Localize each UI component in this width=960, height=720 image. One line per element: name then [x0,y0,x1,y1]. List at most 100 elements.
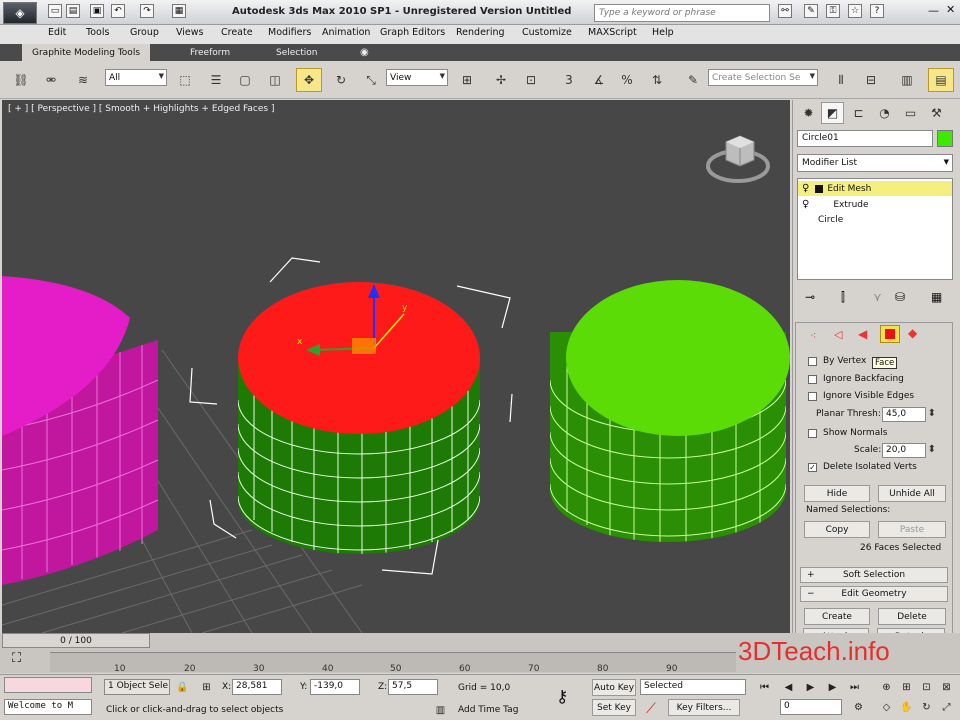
modifier-list-dropdown[interactable]: Modifier List [797,154,953,172]
previous-frame-icon[interactable]: ◀ [780,679,797,696]
ignore-backfacing-checkbox[interactable] [808,375,817,384]
communication-icon[interactable]: ✎ [804,4,818,18]
edit-geometry-rollout[interactable]: − Edit Geometry [800,586,948,602]
configure-sets-icon[interactable]: ▦ [931,290,942,304]
viewcube[interactable] [706,135,770,183]
project-folder-icon[interactable]: ▦ [172,4,186,18]
zoom-extents-icon[interactable]: ⊡ [918,679,935,696]
key-selection-dropdown[interactable]: Selected [640,679,746,695]
utilities-tab-icon[interactable]: ⚒ [925,102,948,124]
ignore-visible-edges-checkbox[interactable] [808,392,817,401]
z-coordinate-field[interactable]: 57,5 [388,679,438,695]
time-tag-icon[interactable]: ▥ [432,702,449,719]
absolute-mode-icon[interactable]: ⊞ [198,679,215,696]
menu-create[interactable]: Create [221,27,253,38]
undo-icon[interactable]: ↶ [111,4,125,18]
show-normals-checkbox[interactable] [808,429,817,438]
key-filters-button[interactable]: Key Filters... [668,699,740,716]
search-input[interactable]: Type a keyword or phrase [594,4,770,22]
pan-icon[interactable]: ✋ [898,699,915,716]
set-key-mode-icon[interactable]: ⚷ [556,687,568,707]
select-object-icon[interactable]: ⬚ [172,68,198,92]
create-tab-icon[interactable]: ✹ [797,102,820,124]
minimize-icon[interactable]: — [928,4,939,17]
bind-space-warp-icon[interactable]: ≋ [70,68,96,92]
maxscript-listener-top[interactable] [4,677,92,693]
object-name-field[interactable]: Circle01 [797,130,933,147]
by-vertex-checkbox[interactable] [808,357,817,366]
snaps-toggle-icon[interactable]: 3 [556,68,582,92]
keyboard-shortcut-icon[interactable]: ⊡ [518,68,544,92]
open-file-icon[interactable]: ▤ [66,4,80,18]
timeline-track[interactable]: 10 20 30 40 50 60 70 80 90 [50,652,736,674]
edge-icon[interactable]: ◁ [834,328,842,341]
stack-item-extrude[interactable]: ♀ Extrude [798,197,952,212]
select-move-icon[interactable]: ✥ [296,68,322,92]
expand-icon[interactable] [815,184,824,193]
planar-thresh-spinner[interactable]: 45,0 [882,407,936,422]
unlink-icon[interactable]: ⚮ [38,68,64,92]
green-cylinder-selected[interactable] [189,257,513,575]
soft-selection-rollout[interactable]: + Soft Selection [800,567,948,583]
field-of-view-icon[interactable]: ◇ [878,699,895,716]
tab-freeform[interactable]: Freeform [180,44,240,61]
maxscript-listener[interactable]: Welcome to M [4,699,92,715]
x-coordinate-field[interactable]: 28,581 [232,679,282,695]
perspective-viewport[interactable]: x y [ + ] [ Perspective ] [Smooth + Hig… [2,100,790,633]
key-tangent-icon[interactable]: ⟋ [646,701,656,717]
unhide-all-button[interactable]: Unhide All [878,485,946,502]
element-icon[interactable]: ◆ [908,326,917,340]
favorites-icon[interactable]: ☆ [848,4,862,18]
display-tab-icon[interactable]: ▭ [899,102,922,124]
menu-maxscript[interactable]: MAXScript [588,27,637,38]
selection-filter-dropdown[interactable]: All [105,69,167,86]
maximize-viewport-icon[interactable]: ⤢ [938,699,955,716]
viewport-label[interactable]: [ + ] [ Perspective ] [ Smooth + Highlig… [8,104,274,114]
save-icon[interactable]: ▣ [90,4,104,18]
mirror-icon[interactable]: ⫴ [828,68,854,92]
select-scale-icon[interactable]: ⤡ [358,68,384,92]
zoom-icon[interactable]: ⊕ [878,679,895,696]
orbit-icon[interactable]: ↻ [918,699,935,716]
named-selection-dropdown[interactable]: Create Selection Se [708,69,818,86]
vertex-icon[interactable]: ⁖ [810,329,816,342]
go-to-start-icon[interactable]: ⏮ [756,679,773,696]
tab-graphite-modeling-tools[interactable]: Graphite Modeling Tools [22,44,151,61]
stack-item-circle[interactable]: Circle [798,212,952,227]
y-coordinate-field[interactable]: -139,0 [310,679,360,695]
scale-spinner[interactable]: 20,0 [882,443,936,458]
green-cylinder[interactable] [550,280,790,544]
menu-group[interactable]: Group [130,27,159,38]
stack-item-edit-mesh[interactable]: ♀ Edit Mesh [798,181,952,196]
object-color-swatch[interactable] [937,130,953,147]
menu-edit[interactable]: Edit [48,27,66,38]
time-config-icon[interactable]: ⚙ [850,699,867,716]
paste-button[interactable]: Paste [878,521,946,538]
remove-modifier-icon[interactable]: ⛁ [895,290,905,304]
curve-editor-icon[interactable]: ⛶ [12,651,21,666]
tab-selection[interactable]: Selection [266,44,327,61]
pivot-center-icon[interactable]: ⊞ [454,68,480,92]
pin-stack-icon[interactable]: ⊸ [805,290,815,304]
hierarchy-tab-icon[interactable]: ⊏ [847,102,870,124]
menu-animation[interactable]: Animation [322,27,370,38]
delete-isolated-checkbox[interactable]: ✓ [808,463,817,472]
angle-snap-icon[interactable]: ∡ [586,68,612,92]
motion-tab-icon[interactable]: ◔ [873,102,896,124]
zoom-extents-all-icon[interactable]: ⊠ [938,679,955,696]
help-icon[interactable]: ? [870,4,884,18]
face-icon[interactable]: ◀ [858,327,867,341]
play-icon[interactable]: ▶ [802,679,819,696]
menu-customize[interactable]: Customize [522,27,572,38]
menu-rendering[interactable]: Rendering [456,27,505,38]
menu-tools[interactable]: Tools [86,27,109,38]
ribbon-toggle-icon[interactable]: ◉ [350,44,379,61]
current-frame-field[interactable]: 0 [780,699,842,715]
binoculars-icon[interactable]: ⚯ [778,4,792,18]
hide-button[interactable]: Hide [804,485,870,502]
layer-manager-icon[interactable]: ▥ [894,68,920,92]
delete-button[interactable]: Delete [878,608,946,625]
graphite-toggle-icon[interactable]: ▤ [928,68,954,92]
set-key-button[interactable]: Set Key [592,699,636,716]
subscription-icon[interactable]: ⚿ [826,4,840,18]
